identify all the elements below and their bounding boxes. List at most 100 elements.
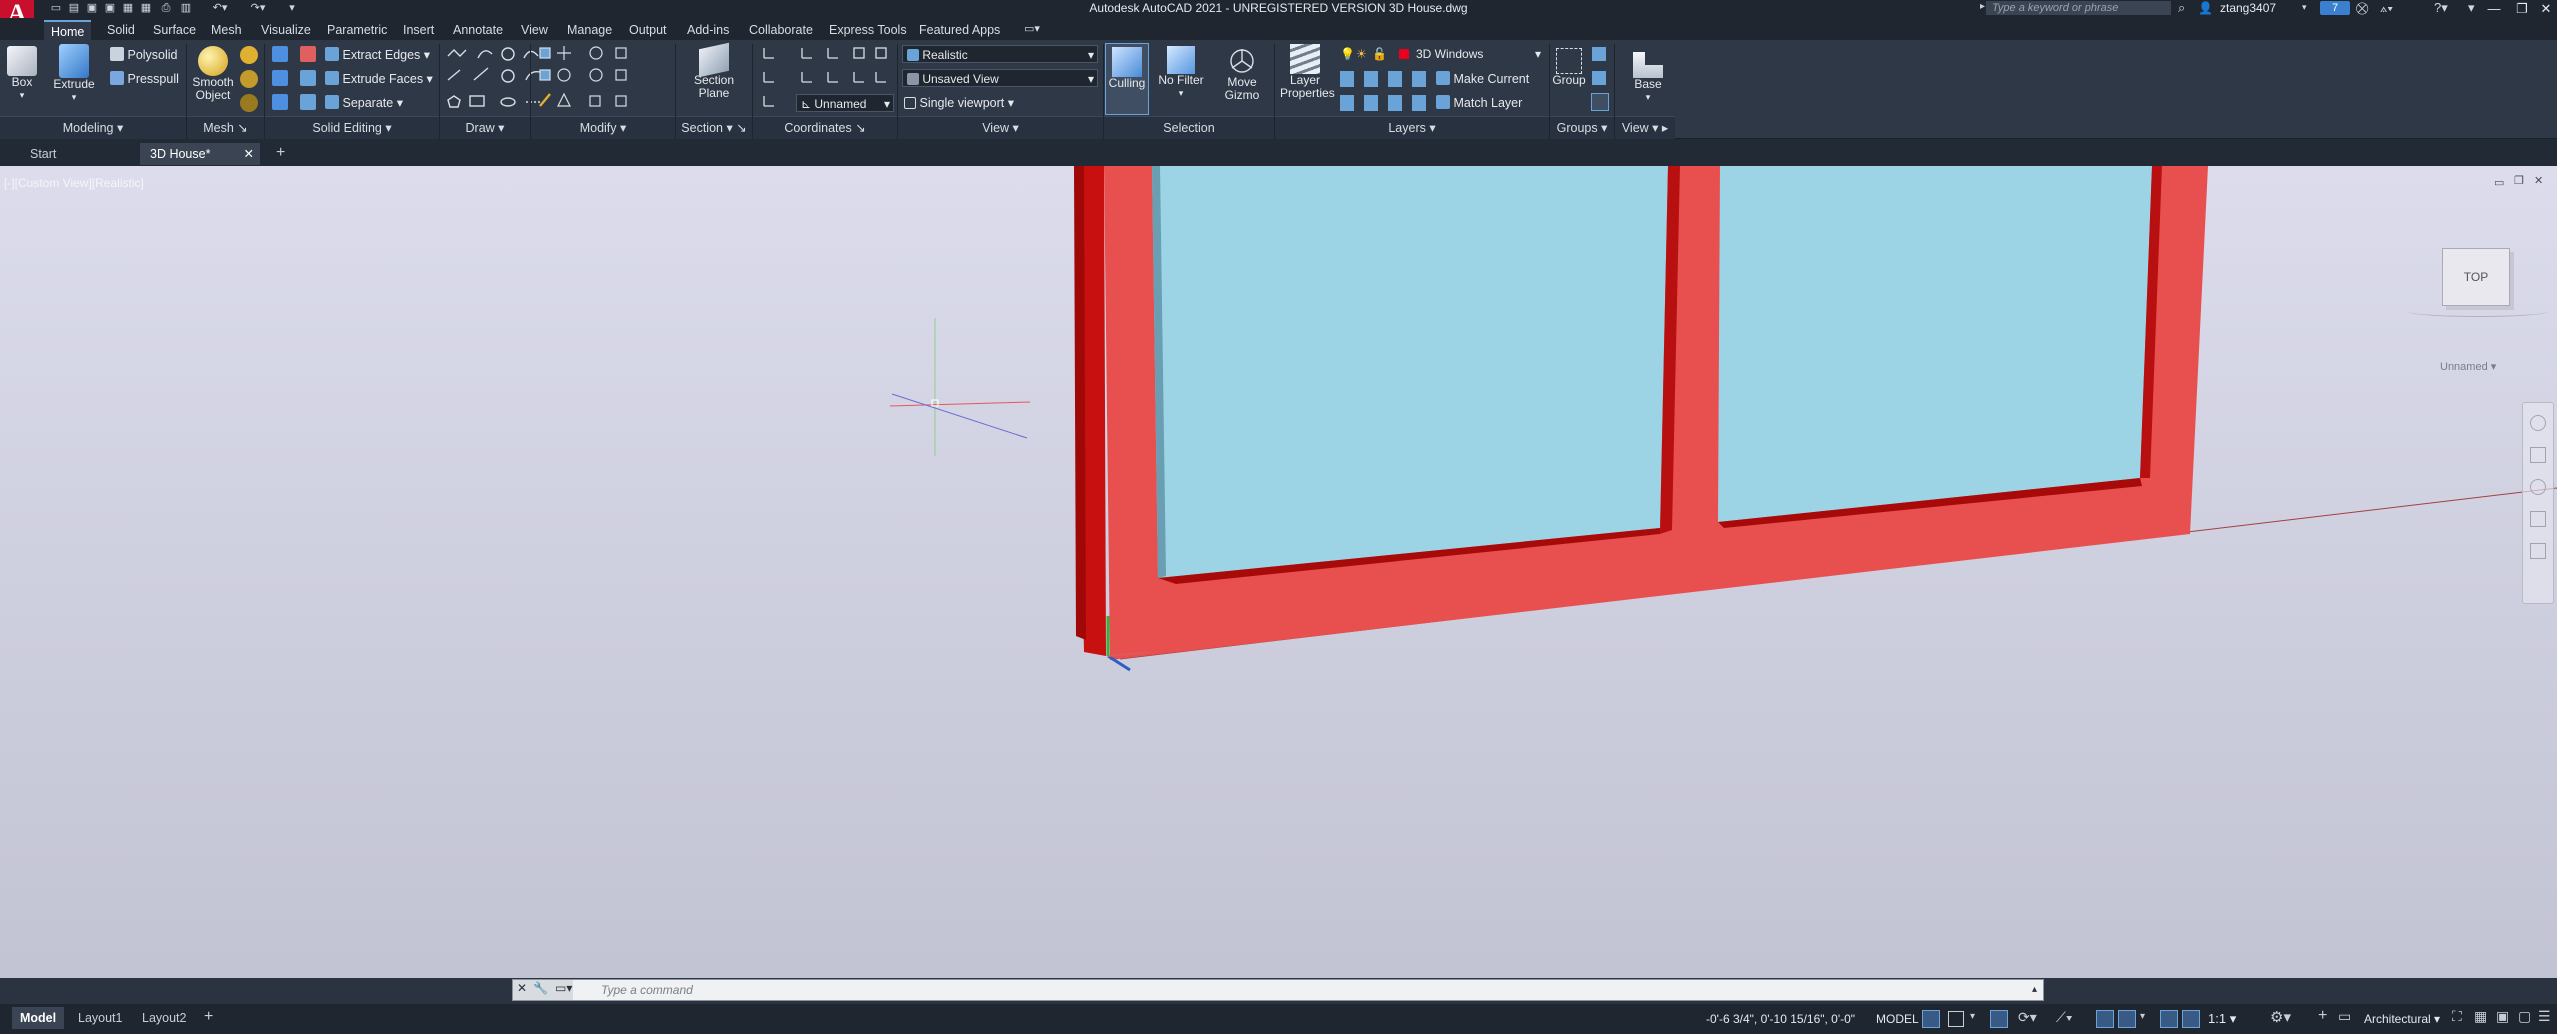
tab-add-ins[interactable]: Add-ins <box>680 20 736 40</box>
object-snap-icon[interactable] <box>2118 1010 2136 1028</box>
tab-featured-apps[interactable]: Featured Apps <box>912 20 1007 40</box>
group-button[interactable]: Group <box>1552 48 1586 87</box>
layout-tab-model[interactable]: Model <box>12 1007 65 1029</box>
tab-insert[interactable]: Insert <box>396 20 441 40</box>
no-filter-button[interactable]: No Filter ▾ <box>1156 46 1206 100</box>
autodesk-app-store-icon[interactable]: ⟑▾ <box>2380 1 2393 16</box>
user-name[interactable]: ztang3407 <box>2220 0 2276 16</box>
intersect-icon[interactable] <box>272 94 288 110</box>
layer-dropdown[interactable]: 3D Windows ▾ <box>1412 45 1544 63</box>
tab-annotate[interactable]: Annotate <box>446 20 510 40</box>
slice-icon[interactable] <box>300 70 316 86</box>
viewport-controls-label[interactable]: [-][Custom View][Realistic] <box>4 176 144 190</box>
union-icon[interactable] <box>272 46 288 62</box>
extrude-faces-button[interactable]: Extrude Faces ▾ <box>325 71 433 87</box>
new-layout-icon[interactable]: + <box>204 1008 213 1026</box>
viewport-minimize-icon[interactable]: ▭ <box>2494 176 2504 189</box>
tab-solid[interactable]: Solid <box>100 20 142 40</box>
groups-panel-title[interactable]: Groups ▾ <box>1550 116 1614 139</box>
help-icon[interactable]: ?▾ <box>2434 0 2448 16</box>
viewport-close-icon[interactable]: ✕ <box>2534 174 2543 187</box>
base-view-button[interactable]: Base ▾ <box>1624 52 1672 104</box>
tab-collaborate[interactable]: Collaborate <box>742 20 820 40</box>
restore-window-icon[interactable]: ❐ <box>2510 0 2534 18</box>
tab-express-tools[interactable]: Express Tools <box>822 20 914 40</box>
hardware-acceleration-icon[interactable]: ▣ <box>2496 1008 2509 1025</box>
close-tab-icon[interactable]: ✕ <box>244 143 254 165</box>
customize-command-line-icon[interactable]: 🔧 <box>533 981 548 995</box>
snap-dropdown-icon[interactable]: ▾ <box>1970 1011 1975 1022</box>
tab-surface[interactable]: Surface <box>146 20 203 40</box>
coordinates-readout[interactable]: -0'-6 3/4", 0'-10 15/16", 0'-0" <box>1706 1012 1855 1026</box>
isometric-drafting-icon[interactable]: ⟋▾ <box>2056 1009 2073 1026</box>
modify-tools[interactable] <box>536 44 672 116</box>
viewport-config-button[interactable]: Single viewport ▾ <box>904 95 1014 111</box>
recent-commands-icon[interactable]: ▭▾ <box>555 981 572 995</box>
showmotion-icon[interactable] <box>2530 543 2546 559</box>
selection-panel-title[interactable]: Selection <box>1104 116 1274 139</box>
subtract-icon[interactable] <box>272 70 288 86</box>
mesh-refine-icon[interactable] <box>240 94 258 112</box>
mesh-smooth-less-icon[interactable] <box>240 70 258 88</box>
polysolid-button[interactable]: Polysolid <box>110 47 178 63</box>
section-plane-button[interactable]: Section Plane <box>690 42 738 100</box>
move-gizmo-button[interactable]: Move Gizmo <box>1218 46 1266 102</box>
separate-button[interactable]: Separate ▾ <box>325 95 403 111</box>
auto-scale-icon[interactable] <box>2182 1010 2200 1028</box>
model-space-toggle[interactable]: MODEL <box>1876 1012 1919 1026</box>
ungroup-icon[interactable] <box>1592 47 1606 61</box>
new-tab-icon[interactable]: + <box>276 144 285 162</box>
lock-ui-icon[interactable]: ▦ <box>2474 1008 2487 1025</box>
ortho-icon[interactable] <box>1990 1010 2008 1028</box>
thicken-icon[interactable] <box>300 94 316 110</box>
clean-screen-icon[interactable]: ▢ <box>2518 1008 2531 1025</box>
user-dropdown-icon[interactable]: ▾ <box>2302 2 2307 13</box>
object-snap-tracking-icon[interactable] <box>2096 1010 2114 1028</box>
polar-tracking-icon[interactable]: ⟳▾ <box>2018 1009 2037 1026</box>
viewcube-ucs-menu[interactable]: Unnamed ▾ <box>2440 360 2496 373</box>
model-canvas[interactable] <box>0 166 2557 978</box>
smooth-object-button[interactable]: Smooth Object <box>190 46 236 102</box>
coordinates-panel-title[interactable]: Coordinates ↘ <box>753 116 897 139</box>
search-input[interactable]: Type a keyword or phrase <box>1986 1 2171 15</box>
mesh-panel-title[interactable]: Mesh ↘ <box>187 116 264 139</box>
search-icon[interactable]: ⌕ <box>2178 0 2185 16</box>
doc-tab-start[interactable]: Start <box>20 143 66 165</box>
section-panel-title[interactable]: Section ▾ ↘ <box>676 116 752 139</box>
visual-style-dropdown[interactable]: Realistic ▾ <box>902 45 1098 63</box>
tab-manage[interactable]: Manage <box>560 20 619 40</box>
minimize-window-icon[interactable]: — <box>2482 0 2506 18</box>
navigation-bar[interactable] <box>2522 402 2554 604</box>
ribbon-toggle-icon[interactable]: ▭▾ <box>1024 22 1048 36</box>
view-panel-title[interactable]: View ▾ <box>898 116 1103 139</box>
units-dropdown[interactable]: Architectural ▾ <box>2364 1012 2440 1026</box>
extract-edges-button[interactable]: Extract Edges ▾ <box>325 47 430 63</box>
doc-tab-3d-house[interactable]: 3D House* ✕ <box>140 143 260 165</box>
modify-panel-title[interactable]: Modify ▾ <box>531 116 675 139</box>
view2-panel-title[interactable]: View ▾ ▸ <box>1615 116 1675 139</box>
layer-on-icon[interactable]: 💡 <box>1340 47 1355 61</box>
zoom-icon[interactable] <box>2530 479 2546 495</box>
search-expand-icon[interactable]: ▸ <box>1980 1 1985 12</box>
workspace-switch-icon[interactable]: ⚙▾ <box>2270 1008 2291 1026</box>
notification-badge[interactable]: 7 <box>2320 1 2350 15</box>
tab-mesh[interactable]: Mesh <box>204 20 249 40</box>
layout-tab-layout1[interactable]: Layout1 <box>70 1007 130 1029</box>
annotation-monitor-icon[interactable]: + <box>2318 1007 2327 1025</box>
viewport-restore-icon[interactable]: ❐ <box>2514 174 2524 187</box>
help-dropdown-icon[interactable]: ▾ <box>2468 0 2475 16</box>
culling-button[interactable]: Culling <box>1105 43 1149 115</box>
layer-unlock-icon[interactable]: 🔓 <box>1372 47 1387 61</box>
tab-parametric[interactable]: Parametric <box>320 20 394 40</box>
close-command-line-icon[interactable]: ✕ <box>517 981 527 995</box>
mesh-smooth-more-icon[interactable] <box>240 46 258 64</box>
steering-wheel-icon[interactable] <box>2530 415 2546 431</box>
group-edit-icon[interactable] <box>1592 71 1606 85</box>
layout-tab-layout2[interactable]: Layout2 <box>134 1007 194 1029</box>
snap-icon[interactable] <box>1948 1011 1964 1027</box>
tab-home[interactable]: Home <box>44 20 92 40</box>
make-current-button[interactable]: Make Current <box>1436 71 1529 87</box>
object-snap-dropdown-icon[interactable]: ▾ <box>2140 1011 2145 1022</box>
cart-icon[interactable]: ⛒ <box>2356 1 2368 16</box>
drawing-viewport[interactable]: ▭ ❐ ✕ TOP Unnamed ▾ <box>0 166 2557 978</box>
